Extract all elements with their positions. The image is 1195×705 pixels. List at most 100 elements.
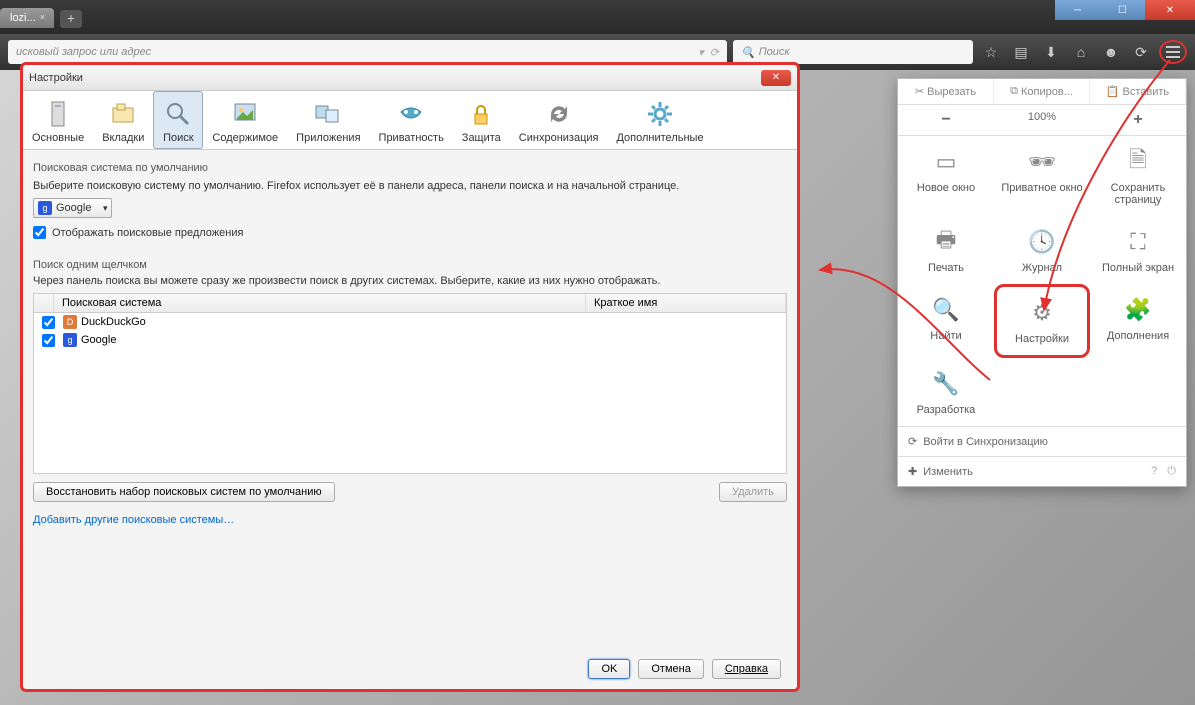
window-icon: ▭	[930, 146, 962, 178]
cat-applications[interactable]: Приложения	[287, 91, 369, 149]
delete-engine-button[interactable]: Удалить	[719, 482, 787, 502]
general-icon	[42, 98, 74, 130]
oneclick-search-group: Поиск одним щелчком Через панель поиска …	[33, 255, 787, 528]
engine-table: Поисковая система Краткое имя D DuckDuck…	[33, 293, 787, 474]
default-search-group: Поисковая система по умолчанию Выберите …	[33, 158, 787, 247]
engine-name: Google	[81, 334, 116, 346]
wrench-icon: 🔧	[930, 368, 962, 400]
show-suggestions-label: Отображать поисковые предложения	[52, 227, 243, 239]
hamburger-menu-button[interactable]	[1159, 40, 1187, 64]
menu-developer[interactable]: 🔧Разработка	[898, 358, 994, 426]
col-engine[interactable]: Поисковая система	[54, 294, 586, 312]
power-icon[interactable]: ⏻	[1167, 465, 1176, 478]
hamburger-menu-panel: ✂Вырезать ⧉Копиров... 📋Вставить − 100% +…	[897, 78, 1187, 487]
cancel-button[interactable]: Отмена	[638, 659, 703, 679]
menu-print[interactable]: 🖶Печать	[898, 216, 994, 284]
cat-security[interactable]: Защита	[453, 91, 510, 149]
engine-checkbox[interactable]	[42, 316, 55, 329]
menu-settings[interactable]: ⚙Настройки	[994, 284, 1090, 358]
scissors-icon: ✂	[915, 85, 924, 98]
copy-button[interactable]: ⧉Копиров...	[994, 79, 1090, 104]
cat-label: Поиск	[162, 132, 194, 144]
engine-row[interactable]: D DuckDuckGo	[34, 313, 786, 331]
cat-general[interactable]: Основные	[23, 91, 93, 149]
menu-history[interactable]: 🕓Журнал	[994, 216, 1090, 284]
address-bar[interactable]: исковый запрос или адрес ▾ ⟳	[8, 40, 727, 64]
gear-icon	[644, 98, 676, 130]
refresh-icon[interactable]: ⟳	[1129, 40, 1153, 64]
address-placeholder: исковый запрос или адрес	[16, 46, 151, 58]
face-icon[interactable]: ☻	[1099, 40, 1123, 64]
dialog-close-button[interactable]: ✕	[761, 70, 791, 86]
help-button[interactable]: Справка	[712, 659, 781, 679]
puzzle-icon: 🧩	[1122, 294, 1154, 326]
search-placeholder: Поиск	[759, 46, 790, 58]
sync-icon	[543, 98, 575, 130]
cat-search[interactable]: Поиск	[153, 91, 203, 149]
menu-fullscreen[interactable]: ⛶Полный экран	[1090, 216, 1186, 284]
clock-icon: 🕓	[1026, 226, 1058, 258]
menu-empty	[1090, 358, 1186, 426]
cat-privacy[interactable]: Приватность	[370, 91, 453, 149]
col-keyword[interactable]: Краткое имя	[586, 294, 786, 312]
default-search-desc: Выберите поисковую систему по умолчанию.…	[33, 180, 787, 192]
cut-button[interactable]: ✂Вырезать	[898, 79, 994, 104]
window-titlebar: lozi... × + ─ ☐ ✕	[0, 0, 1195, 34]
search-bar[interactable]: 🔍 Поиск	[733, 40, 973, 64]
window-close-button[interactable]: ✕	[1145, 0, 1195, 20]
menu-customize[interactable]: Изменить	[923, 466, 973, 478]
cat-label: Защита	[462, 132, 501, 144]
zoom-out-button[interactable]: −	[898, 105, 994, 135]
browser-tab[interactable]: lozi... ×	[0, 8, 54, 28]
privacy-icon	[395, 98, 427, 130]
tab-label: lozi...	[10, 12, 36, 24]
engine-name: DuckDuckGo	[81, 316, 146, 328]
restore-engines-button[interactable]: Восстановить набор поисковых систем по у…	[33, 482, 335, 502]
mask-icon: 🕶	[1026, 146, 1058, 178]
paste-button[interactable]: 📋Вставить	[1090, 79, 1186, 104]
bookmark-icon[interactable]: ☆	[979, 40, 1003, 64]
settings-dialog: Настройки ✕ Основные Вкладки Поиск Содер…	[20, 62, 800, 692]
ok-button[interactable]: OK	[588, 659, 630, 679]
close-icon[interactable]: ×	[40, 12, 50, 22]
library-icon[interactable]: ▤	[1009, 40, 1033, 64]
menu-find[interactable]: 🔍Найти	[898, 284, 994, 358]
add-engines-link[interactable]: Добавить другие поисковые системы…	[33, 514, 234, 526]
menu-addons[interactable]: 🧩Дополнения	[1090, 284, 1186, 358]
default-search-select[interactable]: g Google	[33, 198, 112, 218]
maximize-button[interactable]: ☐	[1100, 0, 1145, 20]
home-icon[interactable]: ⌂	[1069, 40, 1093, 64]
cat-label: Основные	[32, 132, 84, 144]
cat-advanced[interactable]: Дополнительные	[607, 91, 712, 149]
cat-label: Синхронизация	[519, 132, 599, 144]
engine-row[interactable]: g Google	[34, 331, 786, 349]
fullscreen-icon: ⛶	[1122, 226, 1154, 258]
cat-sync[interactable]: Синхронизация	[510, 91, 608, 149]
dropdown-icon[interactable]: ▾	[698, 46, 704, 59]
group-title: Поисковая система по умолчанию	[33, 158, 787, 178]
help-icon[interactable]: ?	[1151, 465, 1157, 478]
show-suggestions-checkbox[interactable]	[33, 226, 46, 239]
search-icon: 🔍	[930, 294, 962, 326]
applications-icon	[312, 98, 344, 130]
cat-content[interactable]: Содержимое	[203, 91, 287, 149]
minimize-button[interactable]: ─	[1055, 0, 1100, 20]
zoom-value[interactable]: 100%	[994, 105, 1090, 135]
reload-icon[interactable]: ⟳	[710, 46, 719, 59]
downloads-icon[interactable]: ⬇	[1039, 40, 1063, 64]
oneclick-desc: Через панель поиска вы можете сразу же п…	[33, 275, 787, 287]
dialog-title: Настройки	[29, 72, 83, 84]
engine-checkbox[interactable]	[42, 334, 55, 347]
menu-save-page[interactable]: 🗎Сохранить страницу	[1090, 136, 1186, 216]
new-tab-button[interactable]: +	[60, 10, 82, 28]
menu-new-window[interactable]: ▭Новое окно	[898, 136, 994, 216]
menu-edit-row: ✂Вырезать ⧉Копиров... 📋Вставить	[898, 79, 1186, 105]
menu-private-window[interactable]: 🕶Приватное окно	[994, 136, 1090, 216]
menu-sync-signin[interactable]: ⟳ Войти в Синхронизацию	[898, 426, 1186, 456]
copy-icon: ⧉	[1010, 85, 1018, 98]
gear-icon: ⚙	[1026, 297, 1058, 329]
duckduckgo-icon: D	[63, 315, 77, 329]
cat-tabs[interactable]: Вкладки	[93, 91, 153, 149]
menu-customize-row: ✚ Изменить ? ⏻	[898, 456, 1186, 486]
zoom-in-button[interactable]: +	[1090, 105, 1186, 135]
